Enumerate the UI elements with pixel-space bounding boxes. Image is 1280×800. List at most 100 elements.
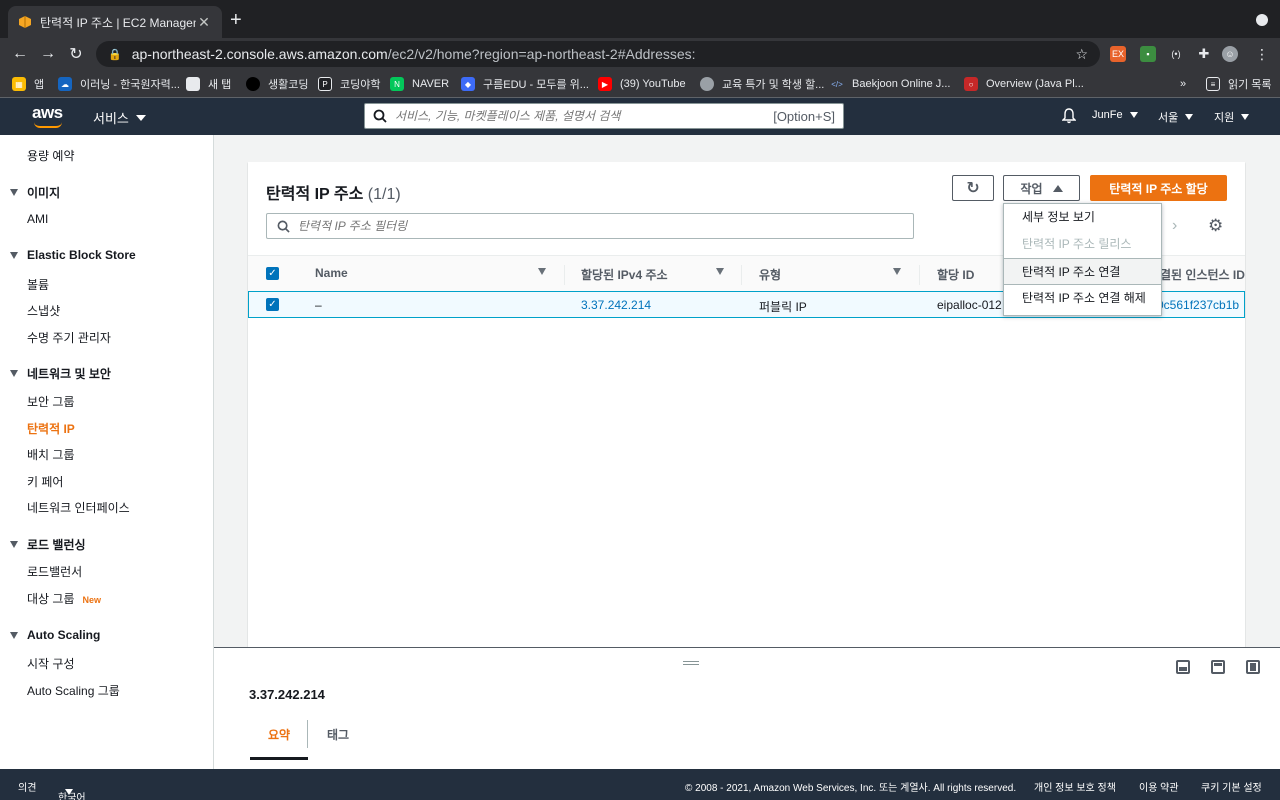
filter-box[interactable] xyxy=(266,213,914,239)
aws-logo[interactable]: aws xyxy=(32,104,64,130)
sort-icon[interactable] xyxy=(538,268,546,275)
menu-item-view-details[interactable]: 세부 정보 보기 xyxy=(1004,204,1161,231)
extension-green-icon[interactable]: ▪ xyxy=(1140,46,1156,62)
extension-ex-icon[interactable]: EX xyxy=(1110,46,1126,62)
caret-down-icon xyxy=(65,789,73,795)
sidebar-item-placement-groups[interactable]: 배치 그룹 xyxy=(27,446,75,463)
bookmark-newtab[interactable]: 새 탭 xyxy=(186,76,231,92)
sidebar-item-auto-scaling-groups[interactable]: Auto Scaling 그룹 xyxy=(27,682,120,699)
bookmark-apps[interactable]: ▦ 앱 xyxy=(12,76,44,92)
tab-summary[interactable]: 요약 xyxy=(268,726,290,743)
back-icon[interactable]: ← xyxy=(8,42,32,66)
menu-item-associate-address[interactable]: 탄력적 IP 주소 연결 xyxy=(1004,258,1161,285)
sidebar-section-ebs[interactable]: Elastic Block Store xyxy=(10,248,136,262)
reading-list[interactable]: ≡ 읽기 목록 xyxy=(1206,76,1272,92)
profile-avatar-icon[interactable]: ☺ xyxy=(1222,46,1238,62)
forward-icon[interactable]: → xyxy=(36,42,60,66)
sidebar-item-network-interfaces[interactable]: 네트워크 인터페이스 xyxy=(27,499,130,516)
cell-instance-id-link[interactable]: 0c561f237cb1b xyxy=(1157,298,1239,312)
extensions-puzzle-icon[interactable]: ✚ xyxy=(1196,46,1212,62)
gear-icon[interactable]: ⚙ xyxy=(1208,216,1223,236)
select-all-checkbox[interactable]: ✓ xyxy=(266,267,279,280)
bookmark-youtube[interactable]: ▶ (39) YouTube xyxy=(598,76,686,92)
menu-item-release-address[interactable]: 탄력적 IP 주소 릴리스 xyxy=(1004,231,1161,258)
next-page-icon[interactable]: › xyxy=(1172,217,1177,235)
sidebar-item-target-groups[interactable]: 대상 그룹 New xyxy=(27,590,101,607)
column-divider[interactable] xyxy=(741,265,742,285)
bookmark-goorm[interactable]: ◆ 구름EDU - 모두를 위... xyxy=(461,76,589,92)
caret-down-icon xyxy=(1129,112,1138,118)
sidebar-section-images[interactable]: 이미지 xyxy=(10,184,60,201)
cell-ipv4-link[interactable]: 3.37.242.214 xyxy=(581,298,651,312)
menu-item-disassociate-address[interactable]: 탄력적 IP 주소 연결 해제 xyxy=(1004,285,1161,312)
allocate-elastic-ip-button[interactable]: 탄력적 IP 주소 할당 xyxy=(1090,175,1227,201)
sidebar-item-volumes[interactable]: 볼륨 xyxy=(27,276,49,293)
column-header-ipv4[interactable]: 할당된 IPv4 주소 xyxy=(581,266,668,283)
search-input[interactable] xyxy=(395,109,774,123)
split-bottom-icon[interactable] xyxy=(1176,660,1190,674)
cookie-preferences-link[interactable]: 쿠키 기본 설정 xyxy=(1201,779,1262,794)
split-fullscreen-icon[interactable] xyxy=(1246,660,1260,674)
sidebar-section-network-security[interactable]: 네트워크 및 보안 xyxy=(10,365,111,382)
services-menu[interactable]: 서비스 xyxy=(93,108,146,127)
reload-icon[interactable]: ↻ xyxy=(64,42,88,66)
refresh-button[interactable]: ↻ xyxy=(952,175,994,201)
new-tab-button[interactable]: + xyxy=(230,10,242,30)
column-header-allocation-id[interactable]: 할당 ID xyxy=(937,266,974,283)
column-header-name[interactable]: Name xyxy=(315,266,348,280)
support-menu[interactable]: 지원 xyxy=(1214,109,1250,125)
item-count: (1/1) xyxy=(367,186,401,203)
browser-menu-icon[interactable]: ⋮ xyxy=(1254,46,1270,62)
bookmarks-overflow[interactable]: » xyxy=(1180,76,1186,92)
terms-link[interactable]: 이용 약관 xyxy=(1139,779,1179,794)
sidebar-item-key-pairs[interactable]: 키 페어 xyxy=(27,473,63,490)
sidebar-item-elastic-ip[interactable]: 탄력적 IP xyxy=(27,420,75,437)
sidebar-item-load-balancers[interactable]: 로드밸런서 xyxy=(27,563,82,580)
search-icon xyxy=(373,109,387,123)
address-bar[interactable]: 🔒 ap-northeast-2.console.aws.amazon.com … xyxy=(96,41,1100,67)
column-divider[interactable] xyxy=(564,265,565,285)
sidebar-section-auto-scaling[interactable]: Auto Scaling xyxy=(10,628,100,642)
caret-down-icon xyxy=(10,251,18,259)
tab-tags[interactable]: 태그 xyxy=(327,726,349,743)
row-checkbox[interactable]: ✓ xyxy=(266,298,279,311)
bookmark-codingyahak[interactable]: P 코딩야학 xyxy=(318,76,380,92)
tab-search-icon[interactable] xyxy=(1256,14,1268,26)
feedback-link[interactable]: 의견 xyxy=(18,779,36,794)
apple-icon xyxy=(700,77,714,91)
active-tab-indicator xyxy=(250,757,308,760)
sort-icon[interactable] xyxy=(716,268,724,275)
sidebar-item-launch-configurations[interactable]: 시작 구성 xyxy=(27,655,75,672)
split-side-icon[interactable] xyxy=(1211,660,1225,674)
bookmark-opentutorials[interactable]: 생활코딩 xyxy=(246,76,308,92)
sidebar-item-lifecycle-manager[interactable]: 수명 주기 관리자 xyxy=(27,329,111,346)
privacy-link[interactable]: 개인 정보 보호 정책 xyxy=(1034,779,1116,794)
caret-down-icon xyxy=(135,114,146,121)
column-header-type[interactable]: 유형 xyxy=(759,266,781,283)
sort-icon[interactable] xyxy=(893,268,901,275)
support-label: 지원 xyxy=(1214,112,1235,124)
bookmark-apple[interactable]: 교육 특가 및 학생 할... xyxy=(700,76,824,92)
browser-tab[interactable]: 탄력적 IP 주소 | EC2 Managemen ✕ xyxy=(8,6,222,38)
bookmark-baekjoon[interactable]: </> Baekjoon Online J... xyxy=(830,76,950,92)
notifications-bell-icon[interactable] xyxy=(1062,108,1076,124)
bookmark-star-icon[interactable]: ☆ xyxy=(1075,46,1088,63)
actions-dropdown-button[interactable]: 작업 xyxy=(1003,175,1080,201)
tab-close-icon[interactable]: ✕ xyxy=(196,14,212,31)
column-header-instance-id[interactable]: 결된 인스턴스 ID xyxy=(1160,266,1245,283)
account-menu[interactable]: JunFe xyxy=(1092,109,1138,121)
sidebar-item-capacity-reservations[interactable]: 용량 예약 xyxy=(27,147,75,164)
region-menu[interactable]: 서울 xyxy=(1158,109,1194,125)
bookmark-java[interactable]: ○ Overview (Java Pl... xyxy=(964,76,1084,92)
bookmark-naver[interactable]: N NAVER xyxy=(390,76,449,92)
filter-input[interactable] xyxy=(298,219,903,233)
sidebar-item-ami[interactable]: AMI xyxy=(27,212,48,226)
resize-handle-icon[interactable] xyxy=(683,661,699,665)
sidebar-item-security-groups[interactable]: 보안 그룹 xyxy=(27,393,75,410)
sidebar-section-load-balancing[interactable]: 로드 밸런싱 xyxy=(10,536,86,553)
extension-bracket-icon[interactable]: (•) xyxy=(1168,46,1184,62)
console-search[interactable]: [Option+S] xyxy=(364,103,844,129)
column-divider[interactable] xyxy=(919,265,920,285)
bookmark-elearning[interactable]: ☁ 이러닝 - 한국원자력... xyxy=(58,76,180,92)
sidebar-item-snapshots[interactable]: 스냅샷 xyxy=(27,302,60,319)
